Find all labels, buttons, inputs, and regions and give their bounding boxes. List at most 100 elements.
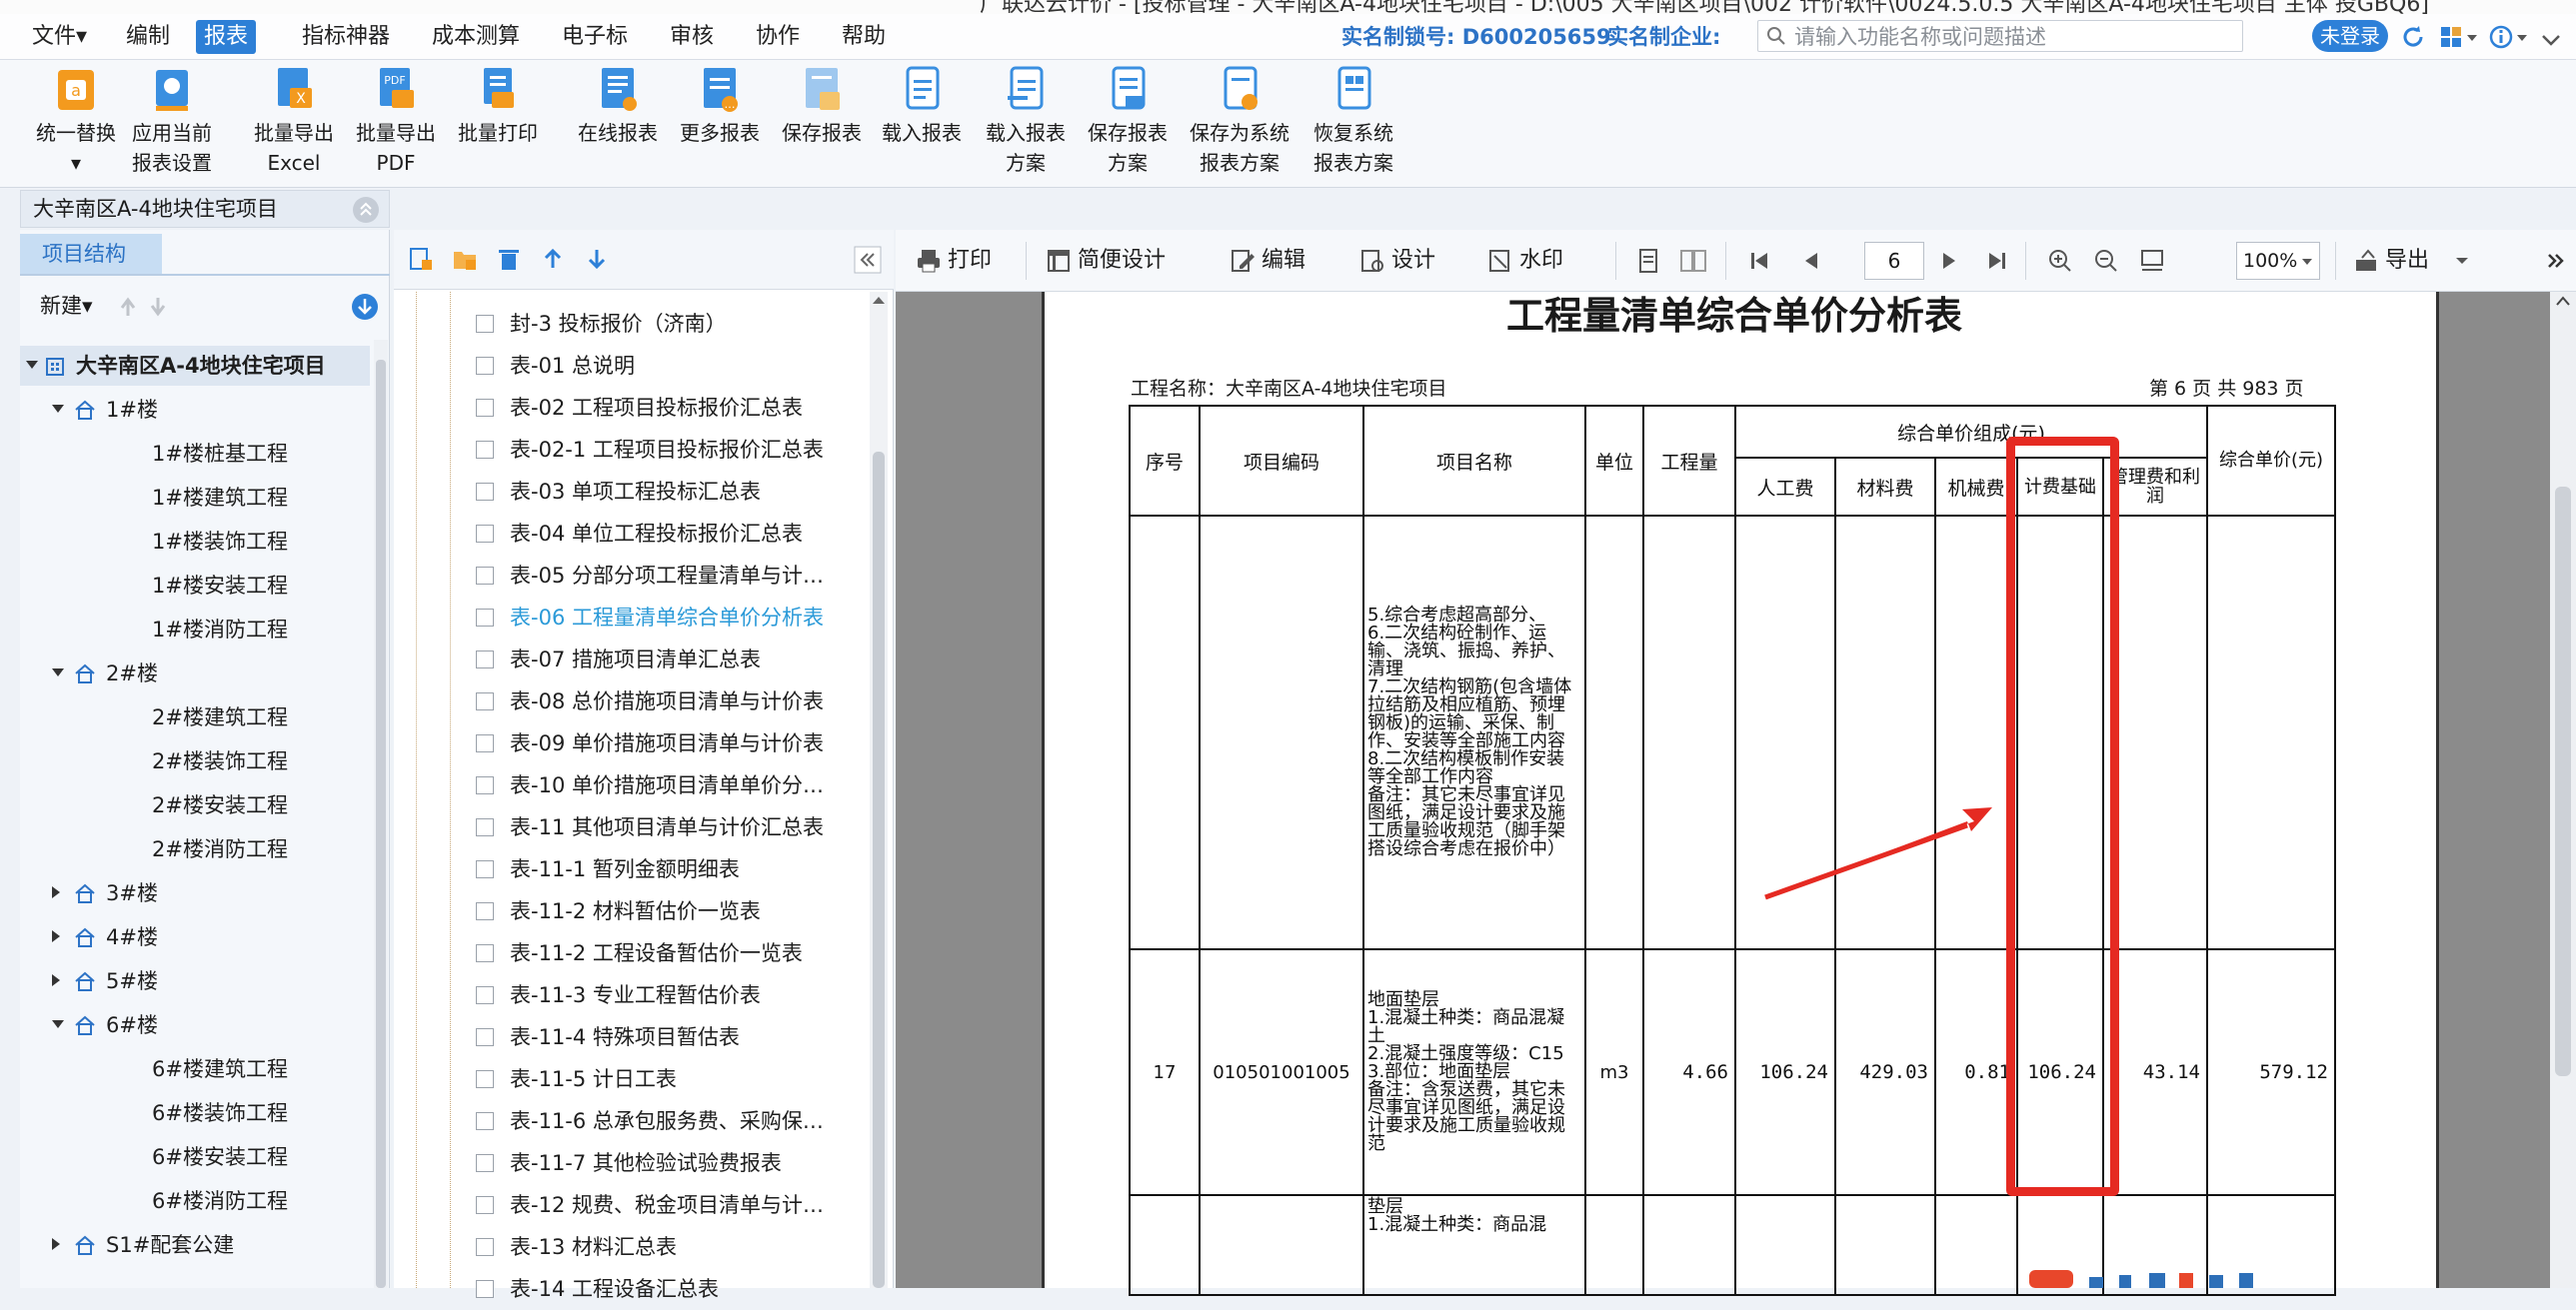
report-checkbox[interactable] [476,567,494,585]
preview-scrollbar[interactable] [2550,292,2576,1288]
tree-item-building[interactable]: S1#配套公建 [20,1225,370,1265]
collapse-left-icon[interactable] [854,246,882,274]
simple-design-button[interactable]: 简便设计 [1078,244,1166,278]
collapsed-chevron-icon[interactable] [52,930,60,942]
scroll-up-arrow-icon[interactable] [870,292,888,308]
collapsed-chevron-icon[interactable] [52,1238,60,1250]
save-report-button[interactable]: 保存报表 [776,66,868,148]
new-button[interactable]: 新建▾ [40,292,93,320]
report-list-item[interactable]: 表-11-2 工程设备暂估价一览表 [394,932,874,974]
move-down-icon[interactable] [584,246,610,272]
report-checkbox[interactable] [476,776,494,794]
fit-page-icon[interactable] [2139,248,2165,274]
tree-item-unit[interactable]: 2#楼建筑工程 [20,697,370,737]
report-list-item[interactable]: 表-01 总说明 [394,345,874,387]
move-arrows-icon[interactable] [118,296,178,318]
scrollbar-thumb[interactable] [376,360,386,1288]
expand-chevron-icon[interactable] [26,361,38,369]
zoom-in-icon[interactable] [2047,248,2073,274]
tree-item-unit[interactable]: 2#楼消防工程 [20,829,370,869]
menu-index-tool[interactable]: 指标神器 [294,20,398,54]
download-circle-icon[interactable] [350,292,380,322]
menu-help[interactable]: 帮助 [834,20,894,54]
export-button[interactable]: 导出 [2385,244,2429,278]
report-list-item[interactable]: 表-12 规费、税金项目清单与计… [394,1184,874,1226]
tree-item-unit[interactable]: 6#楼消防工程 [20,1181,370,1221]
report-checkbox[interactable] [476,609,494,627]
report-checkbox[interactable] [476,651,494,668]
menu-file[interactable]: 文件▾ [24,20,95,54]
apply-report-settings-button[interactable]: 应用当前 报表设置 [124,66,220,178]
report-checkbox[interactable] [476,1154,494,1172]
report-checkbox[interactable] [476,692,494,710]
report-checkbox[interactable] [476,860,494,878]
report-checkbox[interactable] [476,1112,494,1130]
report-checkbox[interactable] [476,357,494,375]
report-checkbox[interactable] [476,818,494,836]
project-tree-scrollbar[interactable] [374,340,388,1288]
print-button[interactable]: 打印 [948,244,992,278]
tree-item-unit[interactable]: 1#楼建筑工程 [20,478,370,518]
report-list-item[interactable]: 表-11-2 材料暂估价一览表 [394,890,874,932]
apps-grid-icon[interactable] [2439,23,2479,51]
report-list-item[interactable]: 表-11-3 专业工程暂估价表 [394,974,874,1016]
delete-icon[interactable] [496,246,522,272]
report-checkbox[interactable] [476,1280,494,1298]
report-list-item[interactable]: 表-10 单价措施项目清单单价分… [394,764,874,806]
add-report-icon[interactable] [408,246,434,272]
export-dropdown-icon[interactable] [2455,256,2469,266]
tree-item-unit[interactable]: 6#楼建筑工程 [20,1049,370,1089]
report-checkbox[interactable] [476,1028,494,1046]
report-list-item[interactable]: 表-06 工程量清单综合单价分析表 [394,597,874,639]
tab-project-structure[interactable]: 项目结构 [20,234,162,274]
save-as-system-scheme-button[interactable]: 保存为系统 报表方案 [1180,66,1299,178]
tree-item-building[interactable]: 6#楼 [20,1005,370,1045]
replace-all-button[interactable]: a 统一替换 ▾ [30,66,122,178]
report-list-item[interactable]: 表-13 材料汇总表 [394,1226,874,1268]
tree-item-unit[interactable]: 6#楼装饰工程 [20,1093,370,1133]
report-checkbox[interactable] [476,1196,494,1214]
report-list-item[interactable]: 表-11 其他项目清单与计价汇总表 [394,806,874,848]
menu-cost-calc[interactable]: 成本测算 [424,20,528,54]
add-folder-icon[interactable] [452,246,478,272]
tree-item-unit[interactable]: 2#楼装饰工程 [20,741,370,781]
expand-chevron-icon[interactable] [52,668,64,676]
report-list-item[interactable]: 表-04 单位工程投标报价汇总表 [394,513,874,555]
tree-item-unit[interactable]: 1#楼消防工程 [20,610,370,650]
report-list-item[interactable]: 表-08 总价措施项目清单与计价表 [394,680,874,722]
first-page-icon[interactable] [1747,250,1771,272]
tree-item-unit[interactable]: 1#楼桩基工程 [20,434,370,474]
tree-item-unit[interactable]: 1#楼装饰工程 [20,522,370,562]
edit-button[interactable]: 编辑 [1262,244,1305,278]
report-checkbox[interactable] [476,986,494,1004]
restore-system-scheme-button[interactable]: 恢复系统 报表方案 [1303,66,1403,178]
report-list-item[interactable]: 表-11-1 暂列金额明细表 [394,848,874,890]
tree-item-building[interactable]: 4#楼 [20,917,370,957]
zoom-select[interactable]: 100% [2236,242,2320,280]
batch-print-button[interactable]: 批量打印 [452,66,544,148]
save-report-scheme-button[interactable]: 保存报表 方案 [1080,66,1176,178]
report-list-item[interactable]: 表-14 工程设备汇总表 [394,1268,874,1310]
info-icon[interactable] [2489,23,2529,51]
collapse-panel-button[interactable] [353,197,379,223]
scrollbar-thumb[interactable] [2555,487,2571,1076]
report-checkbox[interactable] [476,902,494,920]
collapsed-chevron-icon[interactable] [52,886,60,898]
report-checkbox[interactable] [476,734,494,752]
menu-e-bid[interactable]: 电子标 [554,20,636,54]
more-tools-icon[interactable] [2545,250,2565,272]
menu-review[interactable]: 审核 [662,20,722,54]
report-list-item[interactable]: 表-11-6 总承包服务费、采购保… [394,1100,874,1142]
tree-item-building[interactable]: 2#楼 [20,654,370,693]
design-button[interactable]: 设计 [1391,244,1435,278]
ribbon-minimize-icon[interactable] [2539,26,2563,54]
report-list-item[interactable]: 表-11-5 计日工表 [394,1058,874,1100]
report-checkbox[interactable] [476,525,494,543]
report-list-item[interactable]: 表-03 单项工程投标汇总表 [394,471,874,513]
report-checkbox[interactable] [476,483,494,501]
move-up-icon[interactable] [540,246,566,272]
single-page-icon[interactable] [1635,248,1661,274]
last-page-icon[interactable] [1985,250,2009,272]
refresh-icon[interactable] [2399,23,2427,51]
two-page-icon[interactable] [1679,248,1707,274]
